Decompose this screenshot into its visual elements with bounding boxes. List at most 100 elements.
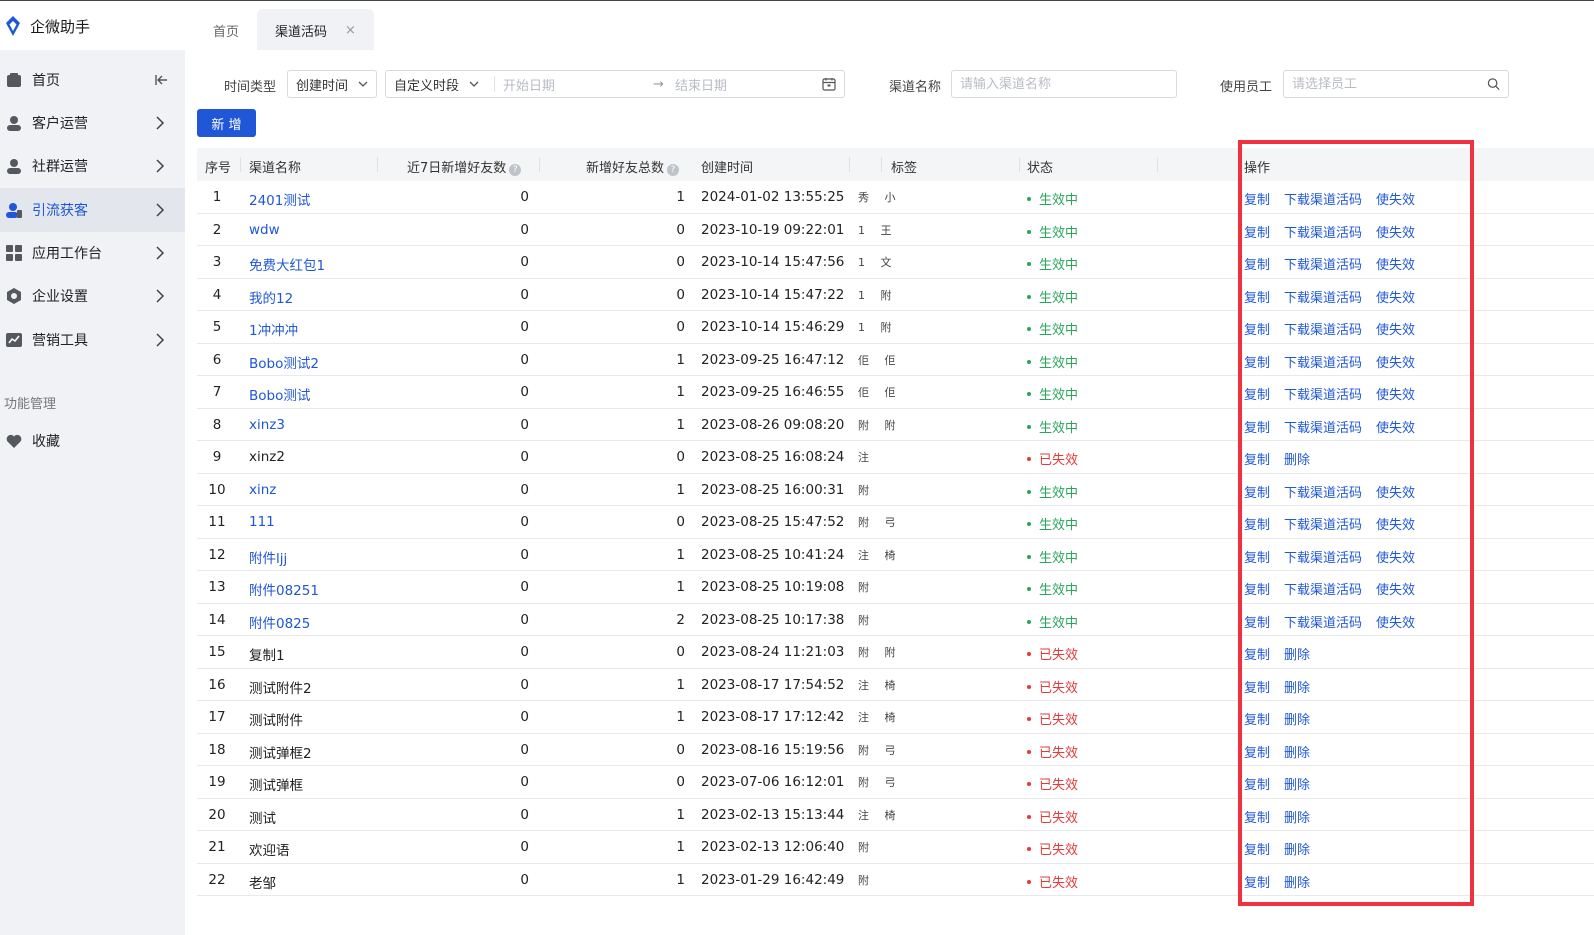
- delete-link[interactable]: 删除: [1284, 681, 1310, 696]
- row-index: 16: [208, 676, 226, 693]
- delete-link[interactable]: 删除: [1284, 811, 1310, 826]
- download-code-link[interactable]: 下载渠道活码: [1284, 356, 1362, 371]
- channel-name-field[interactable]: [960, 76, 1168, 92]
- disable-link[interactable]: 使失效: [1376, 226, 1415, 241]
- help-icon[interactable]: ?: [509, 164, 522, 176]
- channel-name[interactable]: 附件0825: [249, 612, 310, 632]
- channel-name[interactable]: xinz3: [249, 417, 285, 433]
- download-code-link[interactable]: 下载渠道活码: [1284, 583, 1362, 598]
- staff-field[interactable]: [1292, 76, 1487, 92]
- delete-link[interactable]: 删除: [1284, 453, 1310, 468]
- sidebar-item-home[interactable]: 首页: [0, 58, 185, 102]
- download-code-link[interactable]: 下载渠道活码: [1284, 226, 1362, 241]
- add-button[interactable]: 新 增: [197, 109, 256, 137]
- disable-link[interactable]: 使失效: [1376, 388, 1415, 403]
- start-date-input[interactable]: 开始日期: [503, 75, 653, 94]
- collapse-icon[interactable]: [155, 71, 169, 89]
- copy-link[interactable]: 复制: [1244, 876, 1270, 891]
- disable-link[interactable]: 使失效: [1376, 486, 1415, 501]
- channel-name[interactable]: 我的12: [249, 287, 293, 307]
- delete-link[interactable]: 删除: [1284, 713, 1310, 728]
- download-code-link[interactable]: 下载渠道活码: [1284, 193, 1362, 208]
- tags: 秀 小: [858, 191, 902, 204]
- copy-link[interactable]: 复制: [1244, 811, 1270, 826]
- copy-link[interactable]: 复制: [1244, 258, 1270, 273]
- disable-link[interactable]: 使失效: [1376, 356, 1415, 371]
- delete-link[interactable]: 删除: [1284, 746, 1310, 761]
- delete-link[interactable]: 删除: [1284, 648, 1310, 663]
- download-code-link[interactable]: 下载渠道活码: [1284, 486, 1362, 501]
- new-friends-7d: 0: [520, 481, 529, 498]
- download-code-link[interactable]: 下载渠道活码: [1284, 551, 1362, 566]
- channel-name[interactable]: 1冲冲冲: [249, 319, 298, 339]
- tab-home[interactable]: 首页: [195, 9, 258, 51]
- download-code-link[interactable]: 下载渠道活码: [1284, 388, 1362, 403]
- disable-link[interactable]: 使失效: [1376, 518, 1415, 533]
- copy-link[interactable]: 复制: [1244, 551, 1270, 566]
- sidebar-item-enterprise-settings[interactable]: 企业设置: [0, 274, 185, 318]
- row-actions: 复制 下载渠道活码 使失效: [1244, 547, 1429, 566]
- sidebar-item-customer[interactable]: 客户运营: [0, 101, 185, 145]
- download-code-link[interactable]: 下载渠道活码: [1284, 518, 1362, 533]
- copy-link[interactable]: 复制: [1244, 453, 1270, 468]
- copy-link[interactable]: 复制: [1244, 226, 1270, 241]
- download-code-link[interactable]: 下载渠道活码: [1284, 616, 1362, 631]
- disable-link[interactable]: 使失效: [1376, 421, 1415, 436]
- disable-link[interactable]: 使失效: [1376, 616, 1415, 631]
- copy-link[interactable]: 复制: [1244, 648, 1270, 663]
- time-type-select[interactable]: 创建时间: [287, 70, 377, 98]
- date-range-picker[interactable]: 自定义时段 开始日期 → 结束日期: [385, 70, 845, 98]
- channel-name[interactable]: 附件08251: [249, 579, 319, 599]
- disable-link[interactable]: 使失效: [1376, 551, 1415, 566]
- sidebar-item-community[interactable]: 社群运营: [0, 144, 185, 188]
- disable-link[interactable]: 使失效: [1376, 323, 1415, 338]
- copy-link[interactable]: 复制: [1244, 356, 1270, 371]
- copy-link[interactable]: 复制: [1244, 616, 1270, 631]
- copy-link[interactable]: 复制: [1244, 583, 1270, 598]
- channel-name[interactable]: xinz: [249, 482, 276, 498]
- disable-link[interactable]: 使失效: [1376, 291, 1415, 306]
- delete-link[interactable]: 删除: [1284, 778, 1310, 793]
- sidebar-item-marketing-tools[interactable]: 营销工具: [0, 318, 185, 362]
- tab-channel-code[interactable]: 渠道活码 ×: [257, 9, 374, 51]
- calendar-icon[interactable]: [822, 77, 836, 91]
- download-code-link[interactable]: 下载渠道活码: [1284, 291, 1362, 306]
- copy-link[interactable]: 复制: [1244, 746, 1270, 761]
- end-date-input[interactable]: 结束日期: [675, 75, 815, 94]
- close-icon[interactable]: ×: [345, 23, 356, 38]
- disable-link[interactable]: 使失效: [1376, 258, 1415, 273]
- channel-name[interactable]: 111: [249, 514, 275, 530]
- period-select[interactable]: 自定义时段: [394, 75, 486, 94]
- staff-select[interactable]: [1283, 70, 1509, 98]
- search-icon[interactable]: [1487, 77, 1500, 91]
- channel-name[interactable]: Bobo测试2: [249, 352, 319, 372]
- copy-link[interactable]: 复制: [1244, 681, 1270, 696]
- download-code-link[interactable]: 下载渠道活码: [1284, 323, 1362, 338]
- channel-name[interactable]: 2401测试: [249, 189, 310, 209]
- channel-name-input[interactable]: [951, 70, 1177, 98]
- copy-link[interactable]: 复制: [1244, 323, 1270, 338]
- copy-link[interactable]: 复制: [1244, 193, 1270, 208]
- download-code-link[interactable]: 下载渠道活码: [1284, 258, 1362, 273]
- download-code-link[interactable]: 下载渠道活码: [1284, 421, 1362, 436]
- delete-link[interactable]: 删除: [1284, 876, 1310, 891]
- delete-link[interactable]: 删除: [1284, 843, 1310, 858]
- sidebar-item-workbench[interactable]: 应用工作台: [0, 231, 185, 275]
- help-icon[interactable]: ?: [667, 164, 680, 176]
- sidebar-item-favorites[interactable]: 收藏: [0, 419, 185, 463]
- channel-name[interactable]: wdw: [249, 222, 280, 238]
- copy-link[interactable]: 复制: [1244, 388, 1270, 403]
- channel-name[interactable]: Bobo测试: [249, 384, 310, 404]
- disable-link[interactable]: 使失效: [1376, 193, 1415, 208]
- copy-link[interactable]: 复制: [1244, 778, 1270, 793]
- copy-link[interactable]: 复制: [1244, 843, 1270, 858]
- copy-link[interactable]: 复制: [1244, 421, 1270, 436]
- channel-name[interactable]: 附件ljj: [249, 547, 287, 567]
- copy-link[interactable]: 复制: [1244, 518, 1270, 533]
- sidebar-item-lead-gen[interactable]: 引流获客: [0, 188, 185, 232]
- copy-link[interactable]: 复制: [1244, 291, 1270, 306]
- disable-link[interactable]: 使失效: [1376, 583, 1415, 598]
- copy-link[interactable]: 复制: [1244, 486, 1270, 501]
- channel-name[interactable]: 免费大红包1: [249, 254, 325, 274]
- copy-link[interactable]: 复制: [1244, 713, 1270, 728]
